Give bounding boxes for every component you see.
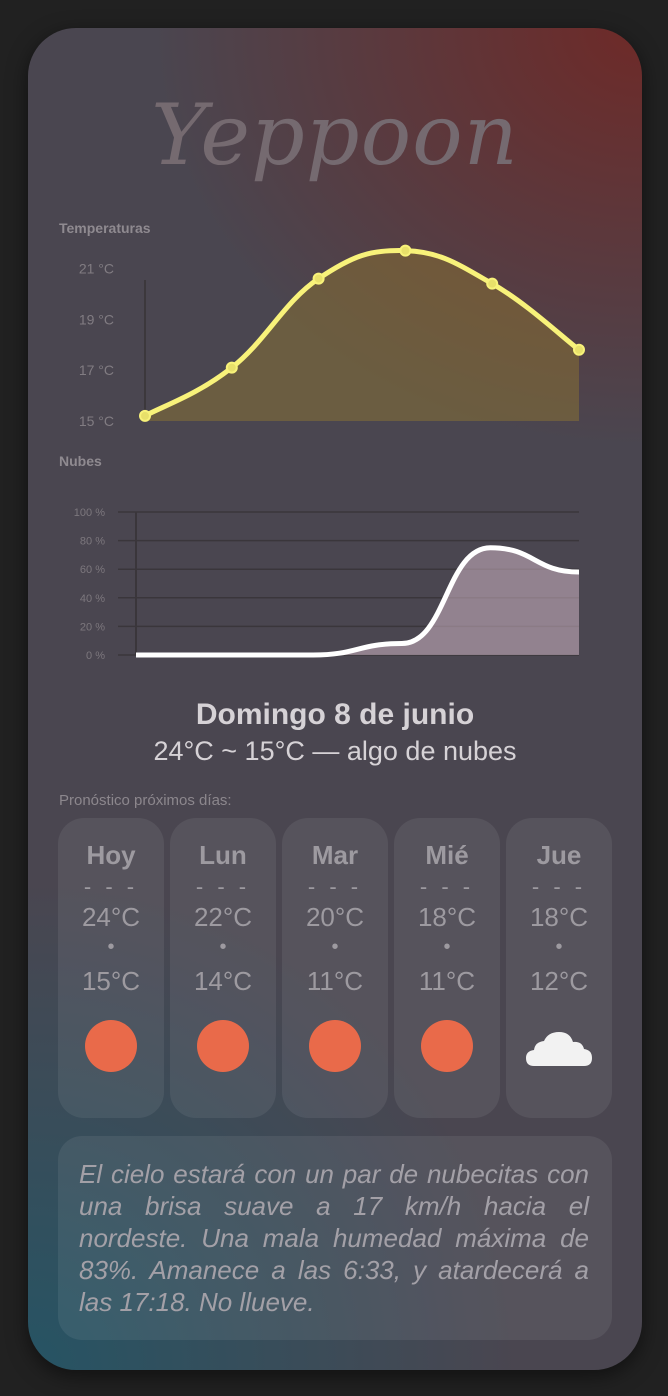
temperature-point xyxy=(399,244,412,257)
temperature-chart-title: Temperaturas xyxy=(59,220,151,236)
city-logo: Yeppoon xyxy=(151,86,519,184)
forecast-max-temp: 20°C xyxy=(305,902,365,932)
forecast-max-temp: 18°C xyxy=(417,902,477,932)
cloud-y-tick-label: 40 % xyxy=(80,593,105,605)
forecast-day-card[interactable]: Hoy - - - 24°C • 15°C xyxy=(58,818,164,1118)
cloud-y-tick-label: 80 % xyxy=(80,536,105,548)
temperature-y-tick-label: 15 °C xyxy=(79,413,114,429)
weather-card: Yeppoon Temperaturas 21 °C 19 °C 17 °C 15 °… xyxy=(28,28,642,1370)
cloud-y-tick-label: 0 % xyxy=(86,650,105,662)
forecast-min-temp: 11°C xyxy=(306,966,364,996)
weather-description-box: El cielo estará con un par de nubecitas … xyxy=(58,1136,612,1340)
forecast-day-card[interactable]: Mié - - - 18°C • 11°C xyxy=(394,818,500,1118)
forecast-max-temp: 18°C xyxy=(529,902,589,932)
weather-description: El cielo estará con un par de nubecitas … xyxy=(79,1159,589,1317)
forecast-list: Hoy - - - 24°C • 15°C Lun - - - 22°C • 1… xyxy=(58,818,612,1118)
forecast-day-name: Jue xyxy=(536,840,582,870)
forecast-day-card[interactable]: Mar - - - 20°C • 11°C xyxy=(282,818,388,1118)
temperature-chart: 21 °C19 °C17 °C15 °C 7:0010:0013:0016:00… xyxy=(79,244,585,429)
forecast-separator: • xyxy=(331,936,339,958)
temperature-y-tick-label: 21 °C xyxy=(79,260,114,276)
forecast-min-temp: 15°C xyxy=(81,966,141,996)
forecast-day-dash: - - - xyxy=(419,874,475,899)
cloud-chart: 100 %80 %60 %40 %20 %0 % 7:0010:0013:001… xyxy=(74,507,580,662)
forecast-separator: • xyxy=(555,936,563,958)
cloud-y-tick-label: 100 % xyxy=(74,507,105,519)
forecast-day-dash: - - - xyxy=(307,874,363,899)
cloud-y-tick-label: 20 % xyxy=(80,621,105,633)
sun-icon xyxy=(170,1020,276,1074)
cloud-area-fill xyxy=(136,547,579,655)
forecast-max-temp: 22°C xyxy=(193,902,253,932)
day-summary: 24°C ~ 15°C — algo de nubes xyxy=(153,736,517,766)
forecast-separator: • xyxy=(219,936,227,958)
forecast-min-temp: 14°C xyxy=(193,966,253,996)
forecast-separator: • xyxy=(443,936,451,958)
day-title: Domingo 8 de junio xyxy=(195,698,475,731)
forecast-label: Pronóstico próximos días: xyxy=(59,792,232,809)
sun-icon xyxy=(58,1020,164,1074)
temperature-point xyxy=(225,361,238,374)
forecast-separator: • xyxy=(107,936,115,958)
forecast-day-dash: - - - xyxy=(83,874,139,899)
sun-icon xyxy=(394,1020,500,1074)
forecast-day-name: Mar xyxy=(311,840,359,870)
forecast-day-name: Lun xyxy=(199,840,247,870)
temperature-area-fill xyxy=(145,250,579,421)
cloud-y-tick-label: 60 % xyxy=(80,564,105,576)
sun-icon xyxy=(282,1020,388,1074)
forecast-day-name: Mié xyxy=(425,840,469,870)
temperature-point xyxy=(312,272,325,285)
temperature-point xyxy=(139,409,151,422)
forecast-day-card[interactable]: Jue - - - 18°C • 12°C xyxy=(506,818,612,1118)
temperature-point xyxy=(486,277,499,290)
forecast-min-temp: 12°C xyxy=(529,966,589,996)
forecast-min-temp: 11°C xyxy=(418,966,476,996)
forecast-day-name: Hoy xyxy=(86,840,136,870)
temperature-point xyxy=(573,343,585,356)
forecast-day-dash: - - - xyxy=(195,874,251,899)
cloud-icon xyxy=(506,1020,612,1074)
temperature-y-tick-label: 17 °C xyxy=(79,362,114,378)
temperature-y-tick-label: 19 °C xyxy=(79,311,114,327)
forecast-max-temp: 24°C xyxy=(81,902,141,932)
forecast-day-card[interactable]: Lun - - - 22°C • 14°C xyxy=(170,818,276,1118)
forecast-day-dash: - - - xyxy=(531,874,587,899)
cloud-chart-title: Nubes xyxy=(59,453,102,469)
